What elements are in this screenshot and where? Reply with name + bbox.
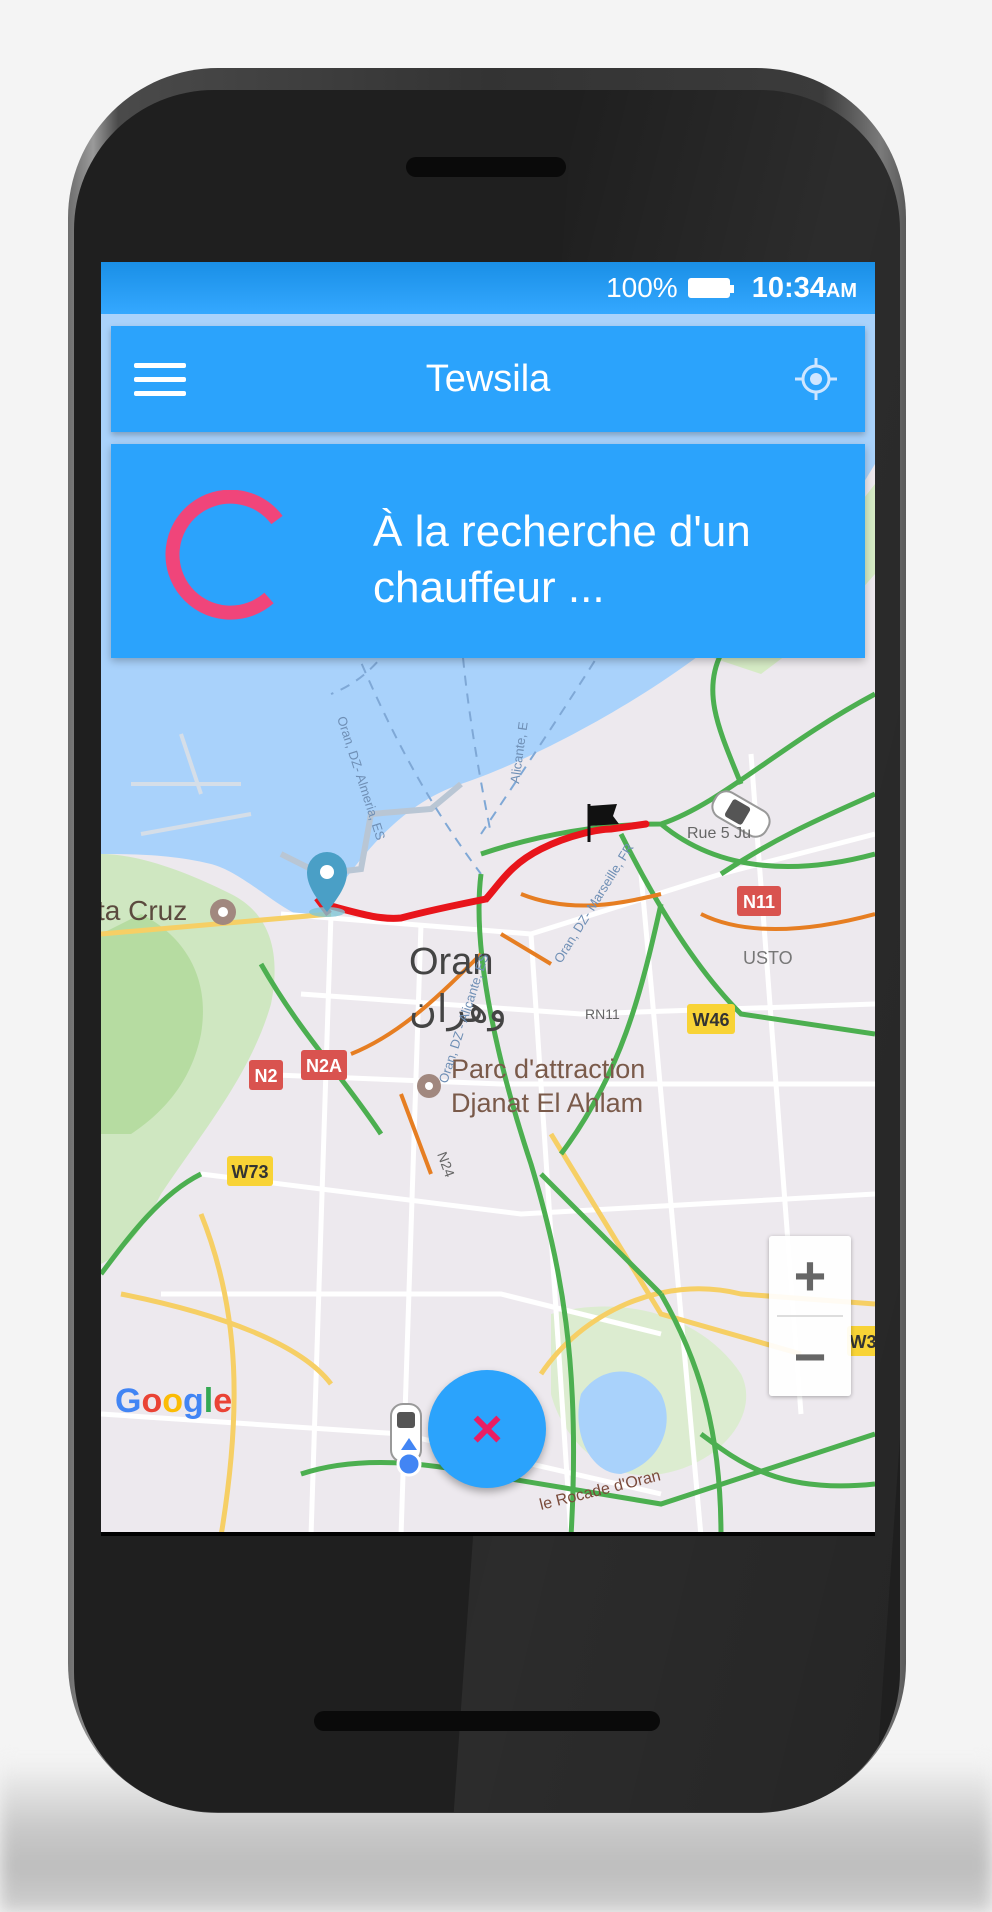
- searching-line-2: chauffeur ...: [373, 563, 605, 612]
- svg-text:W3: W3: [850, 1332, 876, 1352]
- gps-locate-icon[interactable]: [785, 348, 847, 410]
- google-logo: Google: [115, 1382, 233, 1420]
- phone-screen: N11 W46 N2 N2A W73 W3 ta Cruz Oran وهران…: [101, 262, 875, 1536]
- hamburger-menu-icon[interactable]: [127, 346, 193, 412]
- battery-full-icon: [687, 278, 734, 298]
- shield-n11: N11: [737, 886, 781, 916]
- shield-n2: N2: [249, 1060, 283, 1090]
- svg-text:W73: W73: [231, 1162, 268, 1182]
- zoom-controls: + −: [769, 1236, 851, 1396]
- close-icon: ×: [471, 1399, 503, 1459]
- loading-spinner-icon: [165, 490, 283, 620]
- searching-driver-card: À la recherche d'un chauffeur ...: [111, 444, 865, 658]
- app-title: Tewsila: [425, 357, 551, 400]
- svg-text:N2: N2: [254, 1066, 277, 1086]
- searching-line-1: À la recherche d'un: [373, 507, 751, 556]
- map-label-rue: Rue 5 Ju: [687, 825, 751, 842]
- svg-text:N2A: N2A: [306, 1056, 342, 1076]
- svg-text:N11: N11: [743, 892, 775, 912]
- map-label-park-2: Djanat El Ahlam: [451, 1088, 643, 1118]
- shield-w73: W73: [227, 1156, 273, 1186]
- searching-driver-text: À la recherche d'un chauffeur ...: [373, 504, 833, 616]
- phone-bottom-slot: [314, 1711, 660, 1731]
- shield-n2a: N2A: [301, 1050, 347, 1080]
- svg-text:W46: W46: [692, 1010, 729, 1030]
- phone-speaker: [406, 157, 566, 177]
- shield-w46: W46: [687, 1004, 735, 1034]
- status-bar: 100% 10:34AM: [101, 262, 875, 314]
- map-label-usto: USTO: [743, 948, 793, 968]
- zoom-in-button[interactable]: +: [769, 1236, 851, 1315]
- zoom-out-button[interactable]: −: [769, 1317, 851, 1396]
- clock: 10:34AM: [751, 271, 857, 304]
- app-bar: Tewsila: [111, 326, 865, 432]
- cancel-ride-button[interactable]: ×: [428, 1370, 546, 1488]
- map-label-santa-cruz: ta Cruz: [101, 895, 187, 926]
- shield-w3: W3: [847, 1326, 875, 1356]
- battery-percent: 100%: [606, 272, 678, 303]
- map-label-rn11: RN11: [585, 1006, 620, 1022]
- map-label-park-1: Parc d'attraction: [451, 1054, 645, 1084]
- android-nav-bar: [101, 1532, 875, 1536]
